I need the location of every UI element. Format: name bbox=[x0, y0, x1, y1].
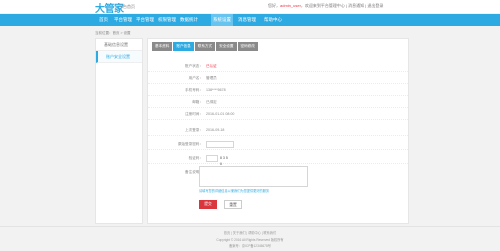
logo-subtitle: 平台首页 bbox=[119, 4, 135, 9]
remark-textarea[interactable] bbox=[199, 166, 308, 187]
field-label: 邮箱： bbox=[192, 100, 203, 104]
main-panel: 基本资料 账户信息 联系方式 安全设置 密码修改 账户状态： 已认证 用户名： … bbox=[147, 38, 409, 224]
field-value: 管理员 bbox=[206, 76, 217, 80]
footer-icp: 备案号：京ICP备12345678号 bbox=[229, 244, 271, 248]
form-row: 用户名： 管理员 bbox=[148, 73, 408, 84]
greeting-prefix: 您好， bbox=[268, 3, 280, 8]
form-row: 账户状态： 已认证 bbox=[148, 61, 408, 72]
field-label: 原始登录密码： bbox=[177, 142, 203, 146]
form-row: 邮箱： 已绑定 bbox=[148, 97, 408, 108]
form-row-password: 原始登录密码： bbox=[148, 139, 408, 150]
password-input[interactable] bbox=[206, 141, 234, 148]
nav-item-7[interactable]: 消息管理 bbox=[236, 14, 258, 26]
reset-button[interactable]: 重置 bbox=[224, 200, 242, 209]
tab-5[interactable]: 密码修改 bbox=[237, 42, 258, 51]
form-row: 注册时间： 2016-01-01 08:00 bbox=[148, 109, 408, 120]
field-label: 账户状态： bbox=[185, 64, 203, 68]
field-label: 手机号码： bbox=[185, 88, 203, 92]
form-row: 上次登录： 2016-09-18 bbox=[148, 125, 408, 136]
nav-item-home[interactable]: 首页 bbox=[95, 14, 112, 26]
field-value: 2016-09-18 bbox=[206, 128, 225, 132]
field-value: 已绑定 bbox=[206, 100, 217, 104]
top-bar: 大管家 平台首页 您好，admin_user，欢迎来到平台管理中心 | 消息通知… bbox=[0, 0, 500, 15]
nav-item-4[interactable]: 权限管理 bbox=[156, 14, 178, 26]
nav-item-2[interactable]: 平台管理 bbox=[112, 14, 134, 26]
field-label: 上次登录： bbox=[185, 128, 203, 132]
username-link[interactable]: admin_user bbox=[280, 3, 301, 8]
tab-3[interactable]: 联系方式 bbox=[194, 42, 216, 51]
top-links-rest[interactable]: ，欢迎来到平台管理中心 | 消息通知 | 退出登录 bbox=[301, 3, 384, 8]
field-value: 已认证 bbox=[206, 64, 217, 68]
top-links[interactable]: 您好，admin_user，欢迎来到平台管理中心 | 消息通知 | 退出登录 bbox=[268, 3, 383, 9]
captcha-input[interactable] bbox=[206, 155, 218, 162]
captcha-image[interactable]: 8 3 5 6 bbox=[220, 155, 230, 166]
field-label: 验证码： bbox=[188, 156, 203, 160]
nav-item-8[interactable]: 帮助中心 bbox=[262, 14, 284, 26]
field-value: 138****5678 bbox=[206, 88, 226, 92]
tab-1[interactable]: 基本资料 bbox=[152, 42, 173, 51]
field-label: 用户名： bbox=[188, 76, 203, 80]
sidebar: 基础信息设置 账户安全设置 bbox=[95, 38, 143, 224]
nav-item-settings[interactable]: 系统设置 bbox=[211, 14, 233, 26]
form-row: 手机号码： 138****5678 bbox=[148, 85, 408, 96]
nav-item-3[interactable]: 平台管理 bbox=[134, 14, 156, 26]
tab-2[interactable]: 账户信息 bbox=[173, 42, 194, 51]
footer: 首页 | 关于我们 | 帮助中心 | 联系我们 Copyright © 2016… bbox=[0, 226, 500, 251]
tab-bar: 基本资料 账户信息 联系方式 安全设置 密码修改 bbox=[152, 42, 258, 51]
footer-copyright: Copyright © 2016 All Rights Reserved 版权所… bbox=[216, 238, 284, 242]
field-label: 注册时间： bbox=[185, 112, 203, 116]
tab-4[interactable]: 安全设置 bbox=[216, 42, 237, 51]
field-value: 2016-01-01 08:00 bbox=[206, 112, 235, 116]
breadcrumb: 当前位置：首页 > 设置 bbox=[95, 31, 131, 35]
footer-links[interactable]: 首页 | 关于我们 | 帮助中心 | 联系我们 bbox=[0, 230, 500, 235]
sidebar-item-security[interactable]: 账户安全设置 bbox=[96, 51, 142, 63]
sidebar-item-basic[interactable]: 基础信息设置 bbox=[96, 39, 142, 51]
form-row-captcha: 验证码： 8 3 5 6 bbox=[148, 153, 408, 166]
main-nav: 首页 平台管理 平台管理 权限管理 数据统计 系统设置 消息管理 帮助中心 bbox=[0, 14, 500, 26]
nav-item-5[interactable]: 数据统计 bbox=[178, 14, 200, 26]
form-notice: 请填写您的详细信息以便我们为您提供更好的服务 bbox=[199, 189, 270, 193]
submit-button[interactable]: 提交 bbox=[199, 200, 217, 209]
